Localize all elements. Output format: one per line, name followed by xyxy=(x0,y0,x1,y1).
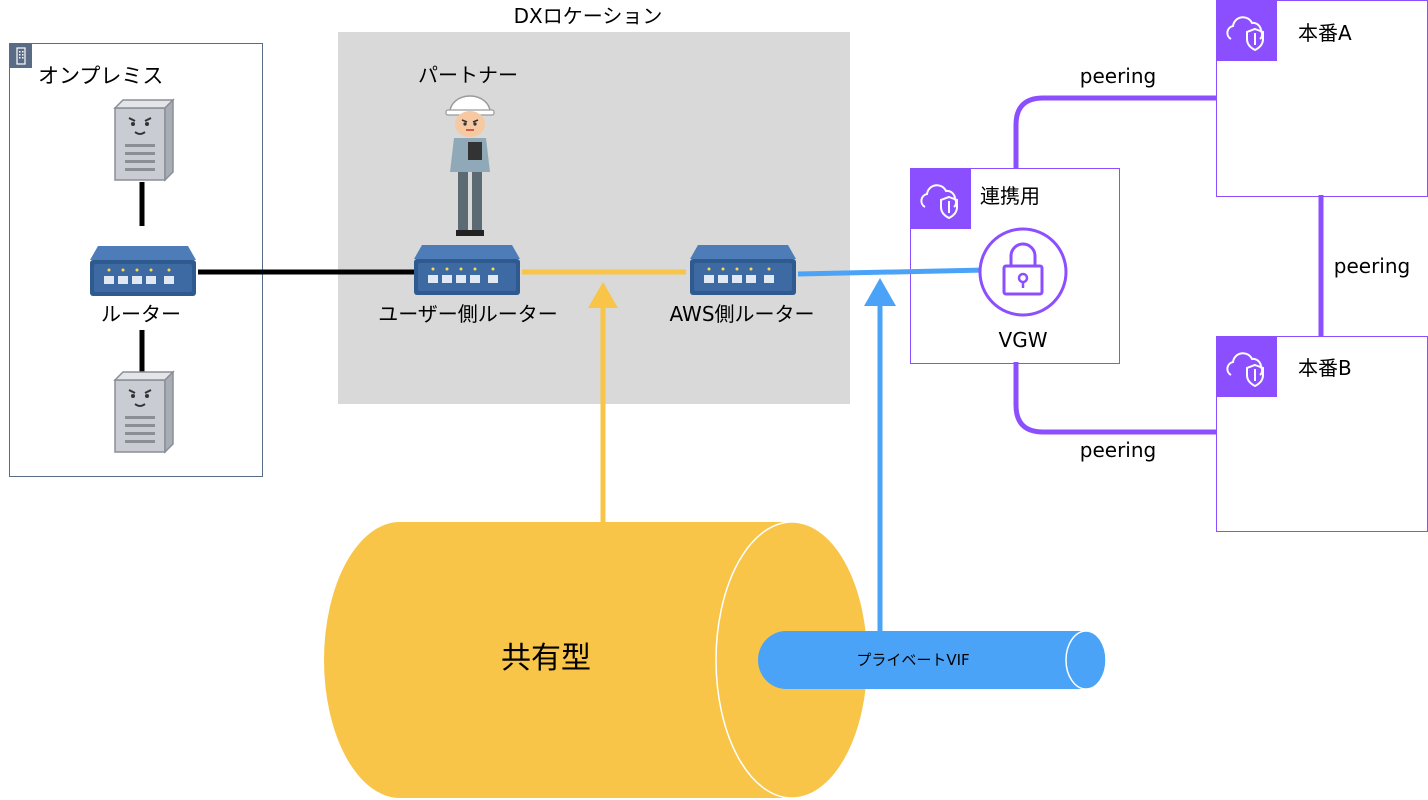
shared-type-label: 共有型 xyxy=(501,641,591,676)
aws-router-label: AWS側ルーター xyxy=(669,302,815,326)
vif-arrow-head xyxy=(864,278,896,306)
router-icon xyxy=(414,245,520,295)
link-aws-router-vgw xyxy=(797,267,987,277)
onprem-router-label: ルーター xyxy=(101,302,181,326)
partner-label: パートナー xyxy=(418,63,518,87)
server-icon xyxy=(114,99,174,181)
diagram-canvas xyxy=(90,95,1324,799)
peering-label-link-a: peering xyxy=(1079,64,1157,88)
router-icon xyxy=(90,246,196,296)
vpc-prod-b-title: 本番B xyxy=(1298,356,1352,380)
peering-link-b-line xyxy=(1013,362,1216,435)
peering-label-a-b: peering xyxy=(1333,254,1411,278)
vgw-label: VGW xyxy=(998,328,1048,352)
server-icon xyxy=(114,371,174,453)
peering-label-link-b: peering xyxy=(1079,438,1157,462)
router-icon xyxy=(690,245,796,295)
user-router-label: ユーザー側ルーター xyxy=(378,302,558,326)
worker-icon xyxy=(445,95,495,236)
vpc-prod-a-title: 本番A xyxy=(1298,21,1352,45)
private-vif-label: プライベートVIF xyxy=(856,651,970,669)
onprem-title: オンプレミス xyxy=(38,64,164,88)
lock-icon xyxy=(978,227,1068,317)
shared-arrow-head xyxy=(588,282,618,308)
vpc-link-title: 連携用 xyxy=(980,184,1040,208)
dx-location-title: DXロケーション xyxy=(513,4,663,28)
peering-link-a-line xyxy=(1013,95,1216,168)
